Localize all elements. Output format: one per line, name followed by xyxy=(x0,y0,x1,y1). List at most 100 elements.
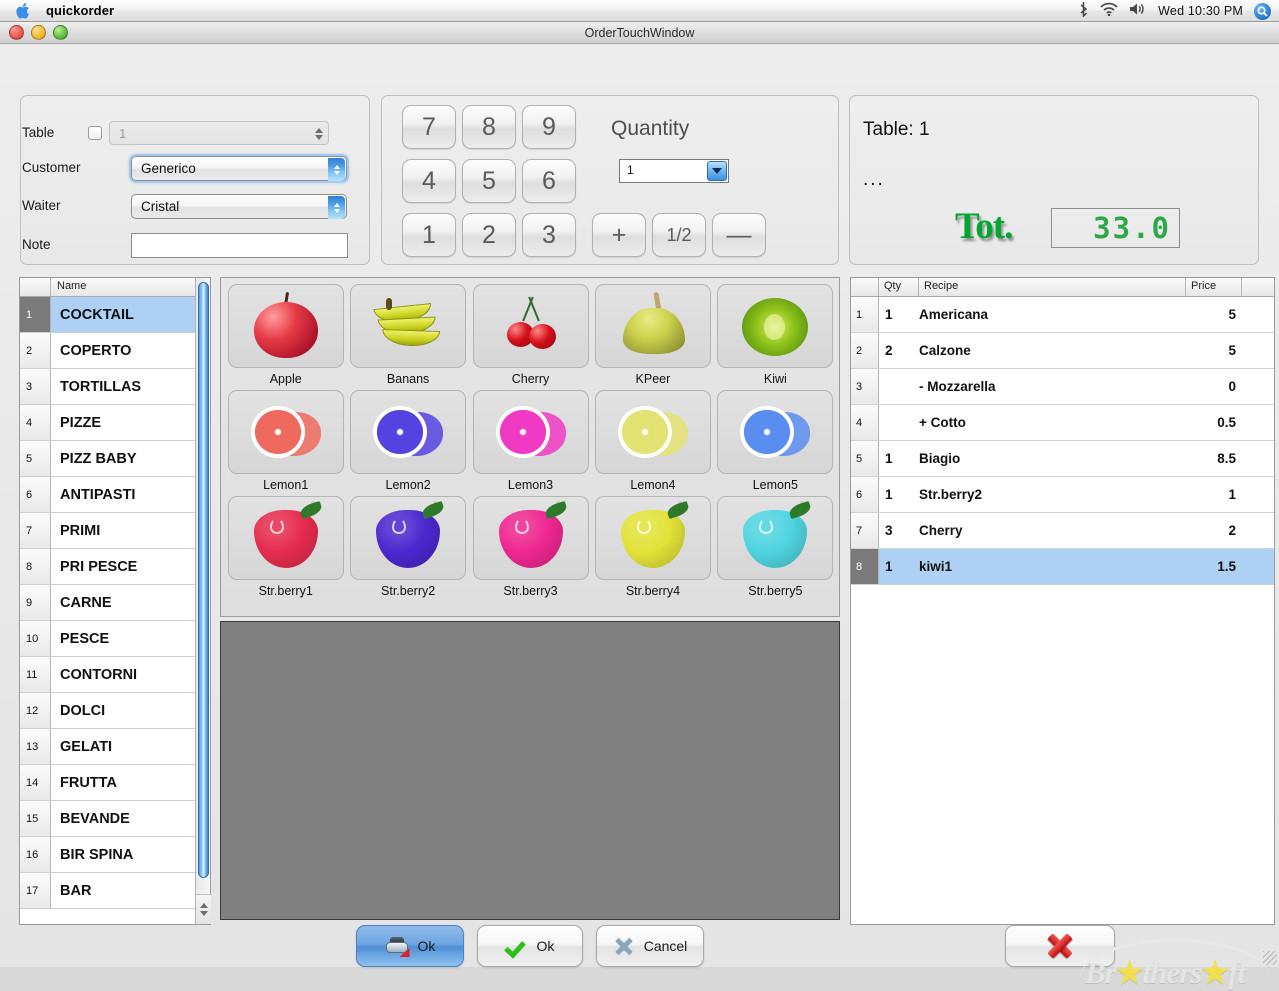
note-input[interactable] xyxy=(131,233,348,258)
table-number-stepper[interactable]: 1 xyxy=(109,121,329,145)
window-titlebar[interactable]: OrderTouchWindow xyxy=(0,22,1279,44)
keypad-half-button[interactable]: 1/2 xyxy=(652,213,706,257)
product-cell[interactable]: Lemon4 xyxy=(593,390,712,494)
product-image-button[interactable] xyxy=(717,390,833,474)
product-cell[interactable]: Lemon2 xyxy=(348,390,467,494)
keypad-key-9[interactable]: 9 xyxy=(522,105,576,149)
quantity-select[interactable]: 1 xyxy=(619,159,729,183)
product-cell[interactable]: Str.berry5 xyxy=(716,496,835,600)
order-items-table[interactable]: Qty Recipe Price 11Americana522Calzone53… xyxy=(850,277,1275,925)
bluetooth-icon[interactable] xyxy=(1078,1,1089,22)
category-row[interactable]: 6ANTIPASTI xyxy=(20,477,210,513)
product-cell[interactable]: Str.berry2 xyxy=(348,496,467,600)
product-cell[interactable]: Lemon3 xyxy=(471,390,590,494)
keypad-key-2[interactable]: 2 xyxy=(462,213,516,257)
spotlight-icon[interactable] xyxy=(1254,3,1271,20)
stepper-arrows-icon[interactable] xyxy=(313,124,324,144)
product-image-button[interactable] xyxy=(595,390,711,474)
order-table-row[interactable]: 61Str.berry21 xyxy=(851,477,1274,513)
order-table-row[interactable]: 4+ Cotto0.5 xyxy=(851,405,1274,441)
wifi-icon[interactable] xyxy=(1100,2,1118,21)
product-image-button[interactable] xyxy=(717,496,833,580)
keypad-plus-button[interactable]: + xyxy=(592,213,646,257)
waiter-select-arrows-icon[interactable] xyxy=(328,196,345,219)
product-cell[interactable]: KPeer xyxy=(593,284,712,388)
product-image-button[interactable] xyxy=(228,284,344,368)
customer-select-arrows-icon[interactable] xyxy=(328,158,345,181)
order-table-row[interactable]: 22Calzone5 xyxy=(851,333,1274,369)
keypad-key-5[interactable]: 5 xyxy=(462,159,516,203)
product-image-button[interactable] xyxy=(595,496,711,580)
product-cell[interactable]: Str.berry3 xyxy=(471,496,590,600)
keypad-key-4[interactable]: 4 xyxy=(402,159,456,203)
keypad-minus-button[interactable]: — xyxy=(712,213,766,257)
keypad-key-8[interactable]: 8 xyxy=(462,105,516,149)
category-row[interactable]: 13GELATI xyxy=(20,729,210,765)
product-image-button[interactable] xyxy=(228,496,344,580)
order-row-index: 3 xyxy=(851,369,879,404)
category-row[interactable]: 8PRI PESCE xyxy=(20,549,210,585)
cancel-button[interactable]: Cancel xyxy=(596,925,704,967)
product-image-button[interactable] xyxy=(350,496,466,580)
product-cell[interactable]: Str.berry1 xyxy=(226,496,345,600)
product-image-button[interactable] xyxy=(473,390,589,474)
product-cell[interactable]: Str.berry4 xyxy=(593,496,712,600)
order-table-row[interactable]: 81kiwi11.5 xyxy=(851,549,1274,585)
zoom-window-button[interactable] xyxy=(53,25,68,40)
category-scrollbar-thumb[interactable] xyxy=(198,282,209,878)
category-scrollbar[interactable] xyxy=(195,278,210,924)
ok-button[interactable]: Ok xyxy=(477,925,583,967)
category-scrollbar-arrows[interactable] xyxy=(196,894,211,924)
category-row-name: FRUTTA xyxy=(51,765,210,800)
product-image-button[interactable] xyxy=(350,390,466,474)
product-cell[interactable]: Lemon1 xyxy=(226,390,345,494)
category-list[interactable]: Name 1COCKTAIL2COPERTO3TORTILLAS4PIZZE5P… xyxy=(19,277,211,925)
product-cell[interactable]: Kiwi xyxy=(716,284,835,388)
category-row[interactable]: 12DOLCI xyxy=(20,693,210,729)
quantity-chevron-down-icon[interactable] xyxy=(707,161,727,181)
waiter-select[interactable]: Cristal xyxy=(131,194,347,219)
product-image-button[interactable] xyxy=(473,496,589,580)
volume-icon[interactable] xyxy=(1129,2,1147,21)
order-table-row[interactable]: 73Cherry2 xyxy=(851,513,1274,549)
order-row-body: 2Calzone5 xyxy=(879,333,1274,368)
category-row[interactable]: 9CARNE xyxy=(20,585,210,621)
menubar-app-name[interactable]: quickorder xyxy=(46,3,114,18)
product-cell[interactable]: Apple xyxy=(226,284,345,388)
menubar-clock[interactable]: Wed 10:30 PM xyxy=(1158,4,1243,18)
keypad-key-3[interactable]: 3 xyxy=(522,213,576,257)
product-cell[interactable]: Lemon5 xyxy=(716,390,835,494)
product-image-button[interactable] xyxy=(228,390,344,474)
product-cell[interactable]: Cherry xyxy=(471,284,590,388)
category-row[interactable]: 7PRIMI xyxy=(20,513,210,549)
product-cell[interactable]: Banans xyxy=(348,284,467,388)
category-row[interactable]: 11CONTORNI xyxy=(20,657,210,693)
order-table-row[interactable]: 3- Mozzarella0 xyxy=(851,369,1274,405)
order-table-row[interactable]: 11Americana5 xyxy=(851,297,1274,333)
product-image-button[interactable] xyxy=(473,284,589,368)
product-image-button[interactable] xyxy=(595,284,711,368)
category-row[interactable]: 5PIZZ BABY xyxy=(20,441,210,477)
keypad-key-6[interactable]: 6 xyxy=(522,159,576,203)
product-image-button[interactable] xyxy=(717,284,833,368)
product-image-button[interactable] xyxy=(350,284,466,368)
category-row[interactable]: 2COPERTO xyxy=(20,333,210,369)
category-row[interactable]: 10PESCE xyxy=(20,621,210,657)
apple-logo-icon[interactable] xyxy=(16,2,32,20)
minimize-window-button[interactable] xyxy=(31,25,46,40)
category-row[interactable]: 14FRUTTA xyxy=(20,765,210,801)
customer-select[interactable]: Generico xyxy=(131,156,347,181)
category-row[interactable]: 16BIR SPINA xyxy=(20,837,210,873)
keypad-key-7[interactable]: 7 xyxy=(402,105,456,149)
category-row[interactable]: 15BEVANDE xyxy=(20,801,210,837)
category-row[interactable]: 1COCKTAIL xyxy=(20,297,210,333)
print-ok-button[interactable]: Ok xyxy=(356,925,464,967)
keypad-key-1[interactable]: 1 xyxy=(402,213,456,257)
resize-grip[interactable] xyxy=(1263,951,1277,965)
table-checkbox[interactable] xyxy=(88,126,102,140)
category-row[interactable]: 3TORTILLAS xyxy=(20,369,210,405)
close-window-button[interactable] xyxy=(9,25,24,40)
order-table-row[interactable]: 51Biagio8.5 xyxy=(851,441,1274,477)
category-row[interactable]: 4PIZZE xyxy=(20,405,210,441)
category-row[interactable]: 17BAR xyxy=(20,873,210,909)
